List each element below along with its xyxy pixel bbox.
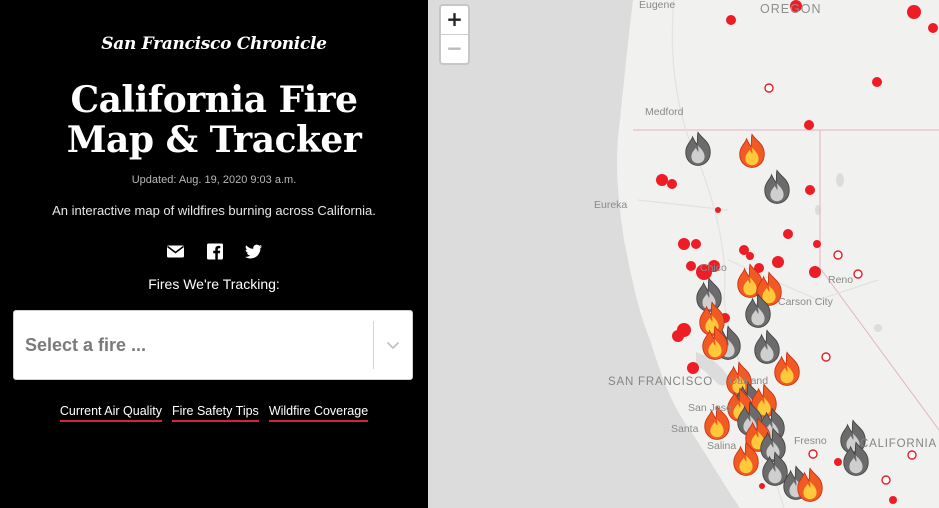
fire-dot xyxy=(804,120,814,130)
fire-dot xyxy=(656,174,668,186)
map-label-chico: Chico xyxy=(700,262,727,274)
masthead-logo[interactable]: San Francisco Chronicle xyxy=(0,34,428,54)
link-wildfire-coverage[interactable]: Wildfire Coverage xyxy=(268,404,369,422)
fire-dot xyxy=(772,256,784,268)
tracking-heading: Fires We're Tracking: xyxy=(148,276,280,292)
fire-dot xyxy=(715,207,721,213)
fire-dot xyxy=(759,483,765,489)
map-label-oakland: Oakland xyxy=(729,375,769,387)
lake xyxy=(836,173,844,187)
contained-fire-icon xyxy=(764,169,790,204)
fire-dot xyxy=(746,252,754,260)
map-label-oregon: OREGON xyxy=(760,2,822,16)
map-label-san-francisco: SAN FRANCISCO xyxy=(608,376,713,388)
page-description: An interactive map of wildfires burning … xyxy=(52,203,376,218)
road xyxy=(637,199,729,211)
zoom-in-button[interactable]: + xyxy=(441,6,468,34)
map-label-eureka: Eureka xyxy=(594,199,628,211)
map-label-salinas: Salina xyxy=(707,440,737,452)
fire-dot-hollow xyxy=(808,449,818,459)
map-label-california: CALIFORNIA xyxy=(860,438,938,450)
map-label-medford: Medford xyxy=(645,106,684,118)
fire-dot-hollow xyxy=(833,250,843,260)
fire-dot xyxy=(687,362,699,374)
fire-dot-hollow xyxy=(881,475,891,485)
fire-map[interactable]: OREGON Eugene Medford Eureka Chico Reno … xyxy=(428,0,939,508)
fire-dot xyxy=(813,240,821,248)
fire-dot-hollow xyxy=(853,269,863,279)
active-fire-icon xyxy=(774,351,800,386)
link-fire-safety[interactable]: Fire Safety Tips xyxy=(171,404,259,422)
fire-dot xyxy=(809,266,821,278)
email-icon[interactable] xyxy=(166,243,185,260)
title-line-2: Map & Tracker xyxy=(66,119,362,161)
link-air-quality[interactable]: Current Air Quality xyxy=(59,404,162,422)
fire-dot xyxy=(872,77,882,87)
zoom-control: + − xyxy=(439,4,470,65)
title-line-1: California Fire xyxy=(70,79,358,121)
active-fire-icon xyxy=(739,133,765,168)
contained-fire-icon xyxy=(754,329,780,364)
fire-dot xyxy=(677,323,691,337)
fire-select-dropdown[interactable]: Select a fire ... xyxy=(13,310,413,380)
fire-dot xyxy=(783,229,793,239)
fire-select-placeholder: Select a fire ... xyxy=(25,334,147,355)
fire-dot-hollow xyxy=(907,450,917,460)
fire-dot xyxy=(928,23,938,33)
page-title: California Fire Map & Tracker xyxy=(0,80,428,160)
fire-dot xyxy=(907,5,921,19)
twitter-icon[interactable] xyxy=(244,243,263,260)
share-bar xyxy=(0,243,428,260)
sidebar-panel: San Francisco Chronicle California Fire … xyxy=(0,0,428,508)
resource-links: Current Air Quality Fire Safety Tips Wil… xyxy=(0,404,428,422)
fire-dot xyxy=(889,496,897,504)
facebook-icon[interactable] xyxy=(205,243,224,260)
updated-timestamp: Updated: Aug. 19, 2020 9:03 a.m. xyxy=(131,174,297,186)
fire-dot xyxy=(805,185,815,195)
contained-fire-icon xyxy=(696,277,722,312)
contained-fire-icon xyxy=(685,131,711,166)
chevron-down-icon[interactable] xyxy=(374,341,412,350)
fire-dot xyxy=(834,458,842,466)
map-label-reno: Reno xyxy=(828,274,854,286)
map-label-fresno: Fresno xyxy=(794,435,827,447)
lake xyxy=(874,324,882,332)
map-label-san-jose: San Jose xyxy=(688,402,732,414)
map-label-carson-city: Carson City xyxy=(778,296,833,308)
fire-dot-hollow xyxy=(764,83,774,93)
fire-dot xyxy=(691,239,701,249)
map-label-santa-cruz: Santa xyxy=(671,423,699,435)
fire-dot xyxy=(686,261,696,271)
fire-dot-hollow xyxy=(821,352,831,362)
zoom-out-button[interactable]: − xyxy=(441,34,468,62)
map-label-eugene: Eugene xyxy=(639,0,676,11)
fire-dot xyxy=(667,179,677,189)
fire-dot xyxy=(678,238,690,250)
fire-dot xyxy=(726,15,736,25)
